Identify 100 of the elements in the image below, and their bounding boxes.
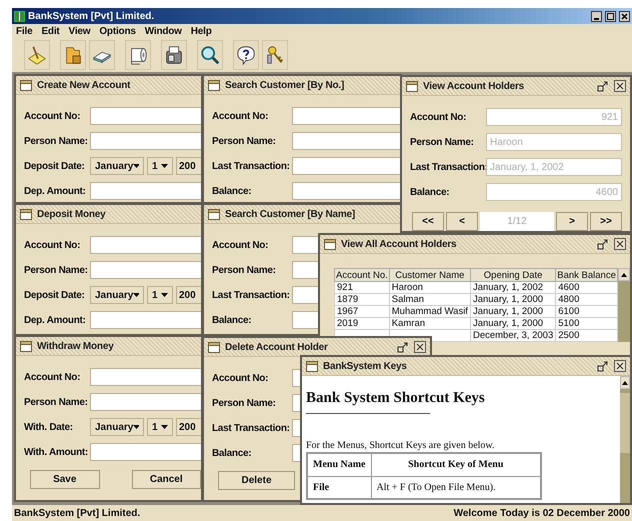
input-field[interactable] [292, 236, 318, 254]
menu-item[interactable]: View [68, 26, 90, 36]
column-header[interactable]: Bank Balance [556, 268, 618, 282]
toolbar-button[interactable] [89, 40, 115, 70]
year-dropdown[interactable]: 200 [176, 418, 201, 436]
nav-button[interactable]: >> [590, 212, 622, 231]
scrollbar[interactable] [620, 376, 630, 503]
close-button[interactable] [614, 360, 626, 372]
input-field[interactable] [90, 107, 201, 125]
field-label: Account No: [212, 110, 270, 122]
input-field[interactable] [292, 419, 300, 437]
menu-item[interactable]: Options [99, 26, 136, 36]
restore-button[interactable] [597, 238, 609, 250]
field-label: Account No: [24, 240, 82, 250]
year-dropdown[interactable]: 200 [176, 286, 201, 304]
window-icon [208, 80, 220, 90]
day-dropdown[interactable]: 1 [147, 286, 173, 304]
menu-item[interactable]: Window [144, 26, 182, 36]
up-arrow-icon [622, 380, 628, 384]
window-title: Withdraw Money [37, 340, 114, 352]
window-title: View All Account Holders [341, 238, 456, 250]
input-field[interactable] [90, 393, 201, 411]
menu-item[interactable]: File [16, 26, 32, 36]
caret-icon [161, 425, 168, 429]
window-title-bar[interactable]: View Account Holders [402, 77, 630, 96]
window-icon [324, 238, 336, 250]
toolbar-button[interactable] [125, 40, 151, 70]
table-cell: January, 1, 2000 [470, 318, 556, 330]
window-title-bar[interactable]: Delete Account Holder [204, 338, 430, 357]
input-field[interactable] [292, 132, 400, 150]
window-title-bar[interactable]: BankSystem Keys [302, 357, 630, 376]
input-field[interactable] [90, 132, 201, 150]
body-text: For the Menus, Shortcut Keys are given below. [306, 440, 496, 451]
maximize-button[interactable] [605, 10, 616, 22]
nav-button[interactable]: < [446, 212, 478, 231]
window-title-bar[interactable]: Create New Account [16, 76, 201, 95]
day-dropdown[interactable]: 1 [147, 418, 173, 436]
field-label: Person Name: [410, 136, 475, 148]
window-title-bar[interactable]: Withdraw Money [16, 337, 201, 356]
month-dropdown[interactable]: January [90, 418, 144, 436]
toolbar-button[interactable] [161, 40, 187, 70]
year-dropdown[interactable]: 200 [176, 157, 201, 175]
input-field[interactable] [292, 444, 300, 462]
input-field[interactable] [90, 182, 201, 200]
close-button[interactable] [614, 238, 626, 250]
restore-button[interactable] [397, 341, 409, 353]
caret-icon [133, 164, 139, 168]
window-title-bar[interactable]: View All Account Holders [320, 235, 630, 254]
window-icon [20, 340, 32, 352]
window-title: Create New Account [37, 80, 130, 90]
close-button[interactable] [619, 10, 630, 22]
window-title-bar[interactable]: Search Customer [By Name] [204, 205, 400, 224]
input-field[interactable] [292, 369, 300, 387]
input-field[interactable] [90, 443, 201, 461]
input-field[interactable] [292, 107, 400, 125]
restore-button[interactable] [597, 360, 609, 372]
month-dropdown[interactable]: January [90, 286, 144, 304]
input-field[interactable] [292, 394, 300, 412]
action-button[interactable]: Cancel [132, 470, 201, 489]
window-title-bar[interactable]: Search Customer [By No.] [204, 76, 400, 95]
input-field[interactable] [90, 236, 201, 254]
input-field[interactable] [292, 261, 318, 279]
toolbar-button[interactable] [197, 40, 223, 70]
table-cell: 5100 [556, 318, 618, 330]
window-title: Search Customer [By Name] [225, 208, 356, 220]
column-header[interactable]: Customer Name [389, 268, 470, 282]
window-icon [306, 360, 318, 372]
month-dropdown[interactable]: January [90, 157, 144, 175]
day-dropdown[interactable]: 1 [147, 157, 173, 175]
column-header[interactable]: Opening Date [470, 268, 556, 282]
field-label: Balance: [212, 314, 252, 326]
input-field[interactable] [90, 311, 201, 329]
toolbar-button[interactable] [233, 40, 259, 70]
input-field[interactable] [292, 311, 318, 329]
column-header[interactable]: Account No. [334, 268, 390, 282]
window-title: Delete Account Holder [225, 342, 328, 352]
window-title: Deposit Money [37, 208, 106, 220]
scrollbar[interactable] [618, 268, 630, 342]
input-field[interactable] [90, 261, 201, 279]
action-button[interactable]: Save [30, 470, 100, 489]
caret-icon [133, 293, 139, 297]
menu-item[interactable]: Edit [41, 26, 60, 36]
close-button[interactable] [414, 341, 426, 353]
field-label: Account No: [410, 112, 468, 122]
caret-icon [133, 425, 139, 429]
column-header: Menu Name [307, 453, 371, 476]
close-button[interactable] [614, 80, 626, 92]
action-button[interactable]: Delete [218, 471, 295, 490]
menu-item[interactable]: Help [190, 26, 212, 36]
input-field[interactable] [90, 368, 201, 386]
nav-button[interactable]: > [556, 212, 588, 231]
window-title-bar[interactable]: Deposit Money [16, 205, 201, 224]
minimize-button[interactable] [591, 10, 602, 22]
restore-button[interactable] [597, 80, 609, 92]
nav-button[interactable]: << [412, 212, 444, 231]
input-field[interactable] [292, 157, 400, 175]
input-field[interactable] [292, 182, 400, 200]
table-cell: 921 [334, 282, 390, 294]
field-label: With. Amount: [24, 446, 89, 458]
input-field[interactable] [292, 286, 318, 304]
